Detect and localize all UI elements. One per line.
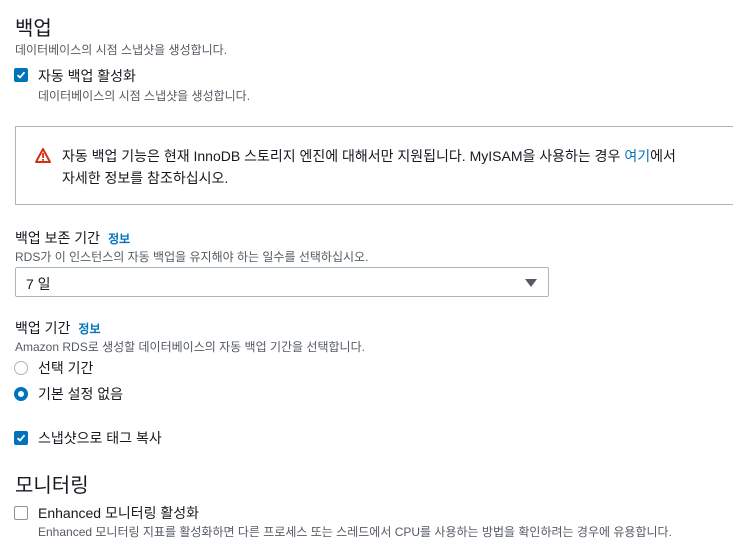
innodb-warning-alert: 자동 백업 기능은 현재 InnoDB 스토리지 엔진에 대해서만 지원됩니다.…: [15, 126, 733, 205]
backup-section-title: 백업: [15, 18, 52, 40]
retention-selected-value: 7 일: [26, 276, 51, 292]
copy-tags-label[interactable]: 스냅샷으로 태그 복사: [38, 428, 162, 448]
radio-no-preference-label[interactable]: 기본 설정 없음: [38, 384, 123, 404]
radio-no-preference[interactable]: [14, 387, 28, 401]
alert-text-after-link: 에서: [650, 148, 676, 164]
copy-tags-checkbox[interactable]: [14, 431, 28, 445]
enhanced-monitoring-description: Enhanced 모니터링 지표를 활성화하면 다른 프로세스 또는 스레드에서…: [38, 525, 672, 539]
retention-info-link[interactable]: 정보: [108, 232, 130, 246]
backup-section-description: 데이터베이스의 시점 스냅샷을 생성합니다.: [15, 43, 228, 57]
auto-backup-description: 데이터베이스의 시점 스냅샷을 생성합니다.: [38, 89, 251, 103]
backup-window-description: Amazon RDS로 생성할 데이터베이스의 자동 백업 기간을 선택합니다.: [15, 340, 365, 354]
alert-text-before-link: 자동 백업 기능은 현재 InnoDB 스토리지 엔진에 대해서만 지원됩니다.…: [62, 148, 625, 164]
retention-period-select[interactable]: 7 일: [15, 267, 549, 297]
alert-text-line2: 자세한 정보를 참조하십시오.: [62, 170, 229, 186]
retention-label: 백업 보존 기간: [15, 230, 101, 246]
radio-select-window-label[interactable]: 선택 기간: [38, 358, 93, 378]
retention-description: RDS가 이 인스턴스의 자동 백업을 유지해야 하는 일수를 선택하십시오.: [15, 250, 369, 264]
checkmark-icon: [16, 71, 26, 79]
auto-backup-label[interactable]: 자동 백업 활성화: [38, 66, 136, 86]
alert-here-link[interactable]: 여기: [624, 148, 650, 164]
retention-field-label: 백업 보존 기간 정보: [15, 228, 130, 248]
enhanced-monitoring-label[interactable]: Enhanced 모니터링 활성화: [38, 503, 199, 523]
radio-select-window[interactable]: [14, 361, 28, 375]
warning-icon: [35, 148, 51, 163]
auto-backup-checkbox[interactable]: [14, 68, 28, 82]
alert-message: 자동 백업 기능은 현재 InnoDB 스토리지 엔진에 대해서만 지원됩니다.…: [62, 145, 733, 189]
backup-window-label: 백업 기간: [15, 320, 71, 336]
enhanced-monitoring-checkbox[interactable]: [14, 506, 28, 520]
backup-window-info-link[interactable]: 정보: [78, 322, 100, 336]
checkmark-icon: [16, 434, 26, 442]
caret-down-icon: [525, 279, 537, 287]
monitoring-section-title: 모니터링: [15, 475, 89, 497]
backup-window-field-label: 백업 기간 정보: [15, 318, 101, 338]
